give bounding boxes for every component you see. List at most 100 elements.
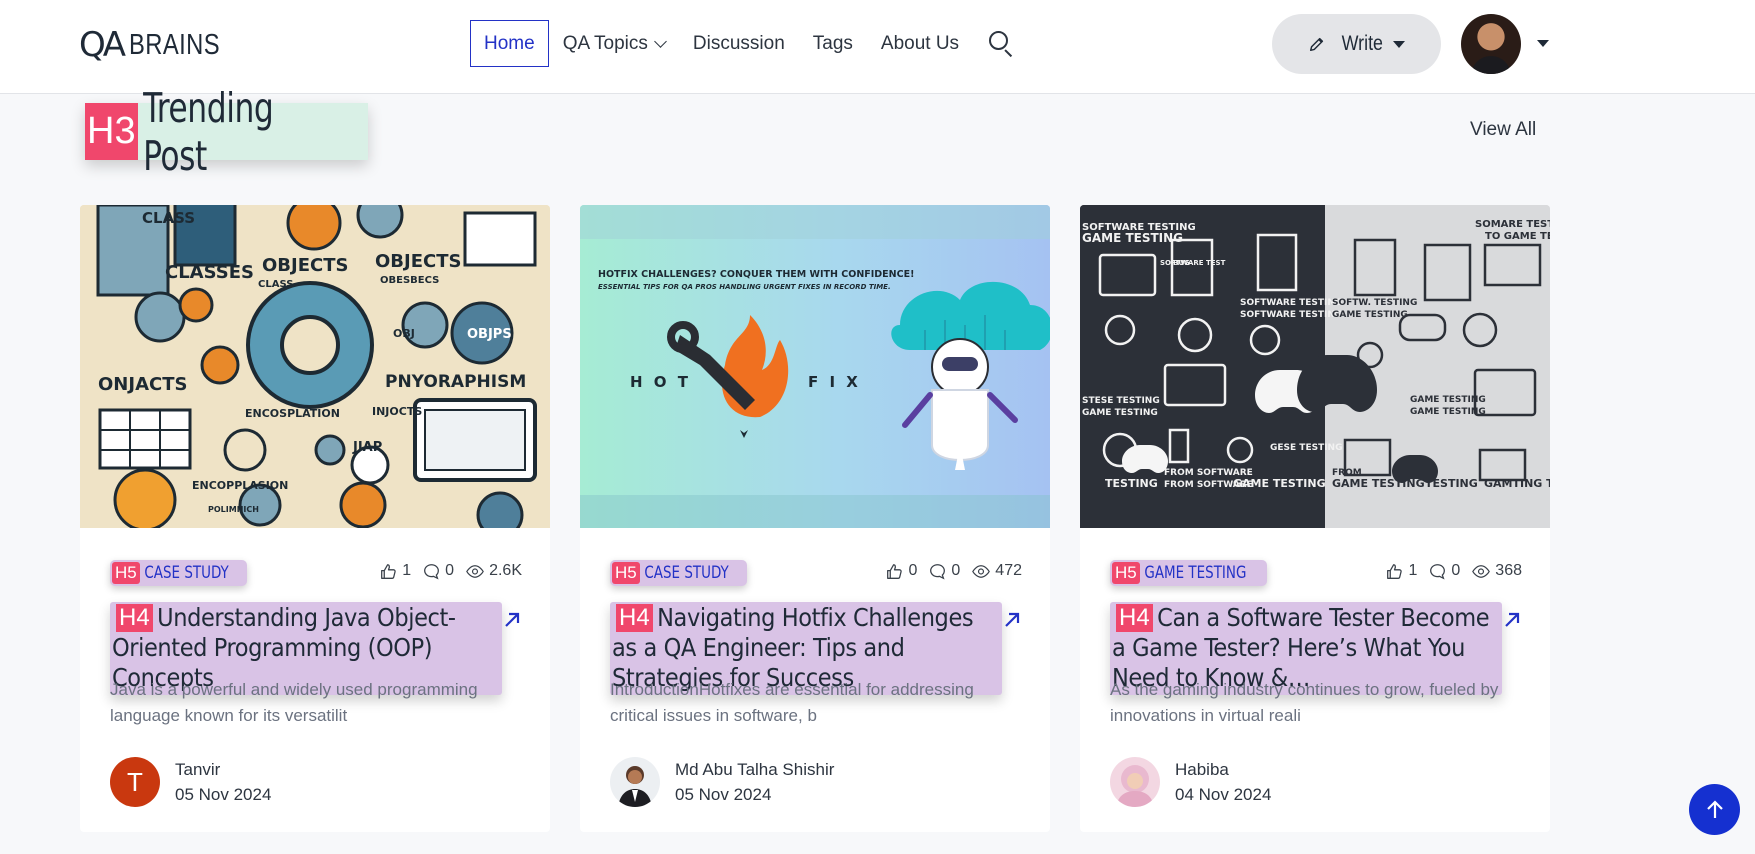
comment-icon bbox=[1430, 563, 1446, 580]
post-thumbnail[interactable]: HOTFIX CHALLENGES? CONQUER THEM WITH CON… bbox=[580, 205, 1050, 528]
eye-icon bbox=[972, 564, 991, 578]
image-text: GAME TESTING bbox=[1410, 407, 1486, 417]
post-excerpt: IntroductionHotfixes are essential for a… bbox=[610, 680, 974, 725]
post-thumbnail[interactable]: SOFTWARE TESTING GAME TESTING SOFTWARE T… bbox=[1080, 205, 1550, 528]
author-meta: Tanvir 05 Nov 2024 bbox=[175, 757, 271, 807]
section-title: H3 Trending Post bbox=[85, 84, 368, 180]
image-text: PNYORAPHISM bbox=[385, 372, 526, 392]
image-text: GESE TESTING bbox=[1270, 443, 1342, 453]
views-count: 368 bbox=[1495, 562, 1522, 579]
image-text: OBJ bbox=[393, 327, 415, 340]
nav-tags[interactable]: Tags bbox=[799, 20, 867, 67]
main-nav: Home QA Topics Discussion Tags About Us bbox=[470, 20, 1019, 67]
heading-level-badge: H5 bbox=[112, 562, 140, 584]
author-avatar[interactable] bbox=[610, 757, 660, 807]
image-text: TESTING bbox=[1425, 477, 1478, 490]
image-text: INJOCTS bbox=[372, 405, 422, 418]
image-text: STESE TESTING bbox=[1082, 396, 1160, 406]
post-author: T Tanvir 05 Nov 2024 bbox=[110, 757, 271, 807]
arrow-up-right-icon[interactable] bbox=[1502, 610, 1522, 630]
category-label: Game Testing bbox=[1144, 563, 1247, 583]
image-text: H O T bbox=[630, 373, 691, 391]
oop-concepts-illustration: CLASS CLASSES OBJECTS OBJECTS CLASS OBES… bbox=[80, 205, 550, 528]
image-text: OBESBECS bbox=[380, 275, 439, 286]
eye-icon bbox=[466, 564, 484, 578]
image-text: GAMTING TE bbox=[1484, 477, 1550, 490]
author-avatar[interactable] bbox=[1110, 757, 1160, 807]
author-avatar[interactable]: T bbox=[110, 757, 160, 807]
likes-stat[interactable]: 0 bbox=[886, 562, 917, 580]
scroll-to-top-button[interactable] bbox=[1689, 784, 1740, 835]
post-thumbnail[interactable]: CLASS CLASSES OBJECTS OBJECTS CLASS OBES… bbox=[80, 205, 550, 528]
image-text: OBJECTS bbox=[375, 251, 461, 272]
image-text: GAME TESTING bbox=[1332, 310, 1408, 320]
eye-icon bbox=[1472, 564, 1491, 578]
comments-count: 0 bbox=[445, 562, 455, 579]
heading-level-badge: H4 bbox=[116, 604, 153, 632]
image-text: ENCOSPLATION bbox=[245, 407, 340, 420]
nav-discussion[interactable]: Discussion bbox=[679, 20, 799, 67]
write-button[interactable]: Write bbox=[1272, 14, 1441, 74]
comments-count: 0 bbox=[951, 562, 961, 579]
author-name[interactable]: Habiba bbox=[1175, 757, 1271, 782]
view-all-link[interactable]: View All bbox=[1470, 119, 1536, 141]
category-tag[interactable]: H5 Case Study bbox=[110, 560, 247, 586]
heading-level-badge: H4 bbox=[616, 604, 653, 632]
thumbs-up-icon bbox=[887, 563, 903, 579]
nav-qa-topics-label: QA Topics bbox=[562, 32, 648, 54]
nav-discussion-label: Discussion bbox=[692, 32, 785, 54]
likes-count: 1 bbox=[1408, 562, 1418, 579]
user-avatar[interactable] bbox=[1461, 14, 1521, 74]
image-text: ENCOPPLASION bbox=[192, 479, 288, 492]
user-menu-caret-icon[interactable] bbox=[1537, 40, 1549, 47]
nav-home-label: Home bbox=[484, 32, 535, 54]
image-text: ESSENTIAL TIPS FOR QA PROS HANDLING URGE… bbox=[598, 283, 891, 291]
image-text: GAME TESTING bbox=[1332, 477, 1425, 490]
image-text: GAME TESTING bbox=[1082, 231, 1183, 245]
author-name[interactable]: Tanvir bbox=[175, 757, 271, 782]
search-icon[interactable] bbox=[985, 27, 1019, 61]
image-text: SOMARE TESTING bbox=[1475, 219, 1550, 230]
write-button-label: Write bbox=[1341, 32, 1384, 55]
image-text: GAME TESTING bbox=[1410, 395, 1486, 405]
chevron-down-icon bbox=[654, 34, 667, 48]
software-vs-game-testing-illustration: SOFTWARE TESTING GAME TESTING SOFTWARE T… bbox=[1080, 205, 1550, 528]
site-header: QA BRAINS Home QA Topics Discussion Tags… bbox=[0, 0, 1755, 94]
arrow-up-right-icon[interactable] bbox=[502, 610, 522, 630]
comments-stat[interactable]: 0 bbox=[423, 562, 454, 580]
image-text: CLASS bbox=[258, 279, 293, 290]
post-author: Habiba 04 Nov 2024 bbox=[1110, 757, 1271, 807]
author-meta: Habiba 04 Nov 2024 bbox=[1175, 757, 1271, 807]
post-card: CLASS CLASSES OBJECTS OBJECTS CLASS OBES… bbox=[80, 205, 550, 832]
post-date: 05 Nov 2024 bbox=[675, 785, 772, 804]
thumbs-up-icon bbox=[1387, 563, 1403, 579]
nav-tags-label: Tags bbox=[812, 32, 853, 54]
likes-stat[interactable]: 1 bbox=[1386, 562, 1417, 580]
image-text: OBJPS bbox=[467, 327, 512, 342]
heading-level-badge: H4 bbox=[1116, 604, 1153, 632]
comments-count: 0 bbox=[1451, 562, 1461, 579]
image-text: SOFTW. TESTING bbox=[1332, 298, 1417, 308]
arrow-up-right-icon[interactable] bbox=[1002, 610, 1022, 630]
category-tag[interactable]: H5 Case Study bbox=[610, 560, 747, 586]
nav-qa-topics[interactable]: QA Topics bbox=[549, 20, 679, 67]
image-text: SOFTWARE TESTING bbox=[1240, 310, 1342, 320]
views-stat: 368 bbox=[1472, 562, 1522, 580]
comments-stat[interactable]: 0 bbox=[929, 562, 960, 580]
author-name[interactable]: Md Abu Talha Shishir bbox=[675, 757, 834, 782]
author-photo bbox=[618, 766, 652, 807]
caret-down-icon bbox=[1392, 40, 1405, 48]
post-author: Md Abu Talha Shishir 05 Nov 2024 bbox=[610, 757, 834, 807]
likes-count: 1 bbox=[402, 562, 412, 579]
comments-stat[interactable]: 0 bbox=[1429, 562, 1460, 580]
likes-stat[interactable]: 1 bbox=[380, 562, 411, 580]
image-text: SOFTWARE TEST bbox=[1160, 259, 1226, 267]
nav-about-us-label: About Us bbox=[880, 32, 960, 54]
category-tag[interactable]: H5 Game Testing bbox=[1110, 560, 1267, 586]
nav-about-us[interactable]: About Us bbox=[867, 20, 973, 67]
views-count: 2.6K bbox=[489, 562, 522, 579]
pencil-icon bbox=[1310, 37, 1324, 52]
site-logo[interactable]: QA BRAINS bbox=[79, 25, 240, 65]
image-text: FROM SOFTWARE bbox=[1164, 480, 1253, 490]
nav-home[interactable]: Home bbox=[470, 20, 549, 67]
